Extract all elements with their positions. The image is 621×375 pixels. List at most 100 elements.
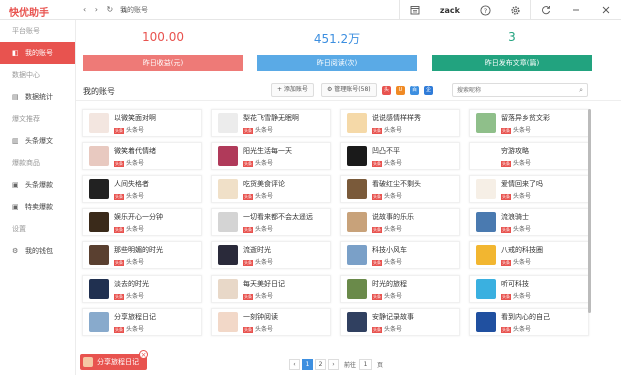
avatar [347, 113, 367, 133]
account-platform: 头条 头条号 [114, 125, 144, 134]
avatar [476, 179, 496, 199]
account-name: 娱乐开心一分钟 [114, 213, 163, 221]
account-card[interactable]: 凹凸不平 头条 头条号 [340, 142, 460, 170]
account-name: 说故事的乐乐 [372, 213, 414, 221]
open-account-tab[interactable]: 分享旅程日记 × [80, 350, 148, 370]
account-card[interactable]: 安静记录故事 头条 头条号 [340, 308, 460, 336]
prev-page-button[interactable]: ‹ [289, 358, 300, 370]
sidebar-item[interactable]: ▤ 数据统计 [0, 86, 75, 108]
stat-label-button[interactable]: 昨日发布文章(篇) [432, 55, 592, 71]
account-card[interactable]: 流逝时光 头条 头条号 [211, 241, 331, 269]
account-card[interactable]: 留落异乡贫文彩 头条 头条号 [469, 109, 589, 137]
account-platform-label: 头条号 [126, 259, 145, 266]
account-card[interactable]: 吃货美食评论 头条 头条号 [211, 175, 331, 203]
account-name: 流浪骑士 [501, 213, 529, 221]
search-icon[interactable]: ⌕ [579, 86, 583, 95]
uc-platform-icon[interactable]: U [396, 86, 405, 95]
toutiao-badge: 头条 [114, 226, 124, 233]
account-card[interactable]: 梨花飞雪静无眠啊 头条 头条号 [211, 109, 331, 137]
account-platform-label: 头条号 [255, 326, 274, 333]
account-card[interactable]: 一刻钟阅读 头条 头条号 [211, 308, 331, 336]
page-1-button[interactable]: 1 [302, 358, 313, 370]
toutiao-badge: 头条 [114, 293, 124, 300]
username[interactable]: zack [430, 6, 470, 15]
account-platform-label: 头条号 [513, 193, 532, 200]
sidebar-item-icon: ⚙ [12, 247, 19, 255]
sidebar-item[interactable]: ⚙ 我的钱包 [0, 240, 75, 262]
close-icon[interactable] [591, 0, 621, 20]
account-card[interactable]: 说说感情样样秀 头条 头条号 [340, 109, 460, 137]
account-platform: 头条 头条号 [114, 257, 144, 266]
account-platform-label: 头条号 [513, 160, 532, 167]
account-card[interactable]: 爱情回来了吗 头条 头条号 [469, 175, 589, 203]
account-card[interactable]: 以微笑面对啊 头条 头条号 [82, 109, 202, 137]
toutiao-badge: 头条 [243, 326, 253, 333]
account-card[interactable]: 说故事的乐乐 头条 头条号 [340, 208, 460, 236]
account-platform-label: 头条号 [126, 193, 145, 200]
account-card[interactable]: 穷游攻略 头条 头条号 [469, 142, 589, 170]
sidebar-item[interactable]: ▣ 特卖爆款 [0, 196, 75, 218]
settings-icon[interactable] [500, 0, 530, 20]
account-platform: 头条 头条号 [114, 191, 144, 200]
next-page-button[interactable]: › [328, 358, 339, 370]
avatar [218, 312, 238, 332]
avatar [347, 179, 367, 199]
avatar [218, 212, 238, 232]
toutiao-badge: 头条 [372, 160, 382, 167]
qq-platform-icon[interactable]: 企 [424, 86, 433, 95]
account-card[interactable]: 分享旅程日记 头条 头条号 [82, 308, 202, 336]
account-card[interactable]: 每天美好日记 头条 头条号 [211, 275, 331, 303]
calendar-icon[interactable] [400, 0, 430, 20]
sidebar-item[interactable]: ▥ 头条爆文 [0, 130, 75, 152]
account-name: 留落异乡贫文彩 [501, 114, 550, 122]
account-platform: 头条 头条号 [243, 224, 273, 233]
account-card[interactable]: 听可科技 头条 头条号 [469, 275, 589, 303]
sidebar-item[interactable]: ▣ 头条爆款 [0, 174, 75, 196]
baijia-platform-icon[interactable]: 百 [410, 86, 419, 95]
sidebar-item-icon: ▣ [12, 181, 19, 189]
search-input[interactable] [453, 84, 563, 96]
account-card[interactable]: 那些明媚的时光 头条 头条号 [82, 241, 202, 269]
page-2-button[interactable]: 2 [315, 358, 326, 370]
account-card[interactable]: 科技小风车 头条 头条号 [340, 241, 460, 269]
toutiao-badge: 头条 [243, 127, 253, 134]
help-icon[interactable]: ? [470, 0, 500, 20]
sidebar-item[interactable]: ◧ 我的账号 [0, 42, 75, 64]
sidebar: 平台账号 ◧ 我的账号 数据中心 ▤ 数据统计 爆文推荐 ▥ 头条爆文 爆款商品 ▣ 头条爆款 ▣ 特卖爆… [0, 20, 76, 375]
toutiao-badge: 头条 [372, 226, 382, 233]
account-card[interactable]: 娱乐开心一分钟 头条 头条号 [82, 208, 202, 236]
account-card[interactable]: 时光的旅程 头条 头条号 [340, 275, 460, 303]
account-card[interactable]: 看破红尘不剩头 头条 头条号 [340, 175, 460, 203]
manage-accounts-label: 管理账号(58) [334, 86, 371, 93]
account-name: 看破红尘不剩头 [372, 180, 421, 188]
tab-close-icon[interactable]: × [139, 350, 148, 359]
account-card[interactable]: 流浪骑士 头条 头条号 [469, 208, 589, 236]
avatar [347, 245, 367, 265]
stat-label-button[interactable]: 昨日阅读(次) [257, 55, 417, 71]
scrollbar[interactable] [588, 109, 591, 313]
add-account-button[interactable]: + 添加账号 [271, 83, 314, 97]
toutiao-platform-icon[interactable]: 头 [382, 86, 391, 95]
goto-label: 前往 [344, 361, 357, 369]
toutiao-badge: 头条 [114, 193, 124, 200]
account-card[interactable]: 看到内心的自己 头条 头条号 [469, 308, 589, 336]
minimize-icon[interactable] [561, 0, 591, 20]
account-card[interactable]: 一切看来都不会太遥远 头条 头条号 [211, 208, 331, 236]
account-card[interactable]: 人间失格者 头条 头条号 [82, 175, 202, 203]
avatar [476, 212, 496, 232]
account-platform-label: 头条号 [255, 193, 274, 200]
account-card[interactable]: 八戒的科技圈 头条 头条号 [469, 241, 589, 269]
account-platform: 头条 头条号 [114, 291, 144, 300]
sidebar-item-label: 特卖爆款 [25, 203, 53, 211]
manage-accounts-button[interactable]: ⚙ 管理账号(58) [321, 83, 377, 97]
account-platform: 头条 头条号 [372, 191, 402, 200]
search-box[interactable]: ⌕ [452, 83, 588, 97]
stat-label-button[interactable]: 昨日收益(元) [83, 55, 243, 71]
account-card[interactable]: 淡去的时光 头条 头条号 [82, 275, 202, 303]
account-card[interactable]: 微笑着代情绪 头条 头条号 [82, 142, 202, 170]
sidebar-item-label: 我的账号 [25, 49, 53, 57]
account-card[interactable]: 阳光生活每一天 头条 头条号 [211, 142, 331, 170]
refresh-icon[interactable] [531, 0, 561, 20]
toutiao-badge: 头条 [501, 160, 511, 167]
goto-page-input[interactable]: 1 [359, 358, 373, 370]
